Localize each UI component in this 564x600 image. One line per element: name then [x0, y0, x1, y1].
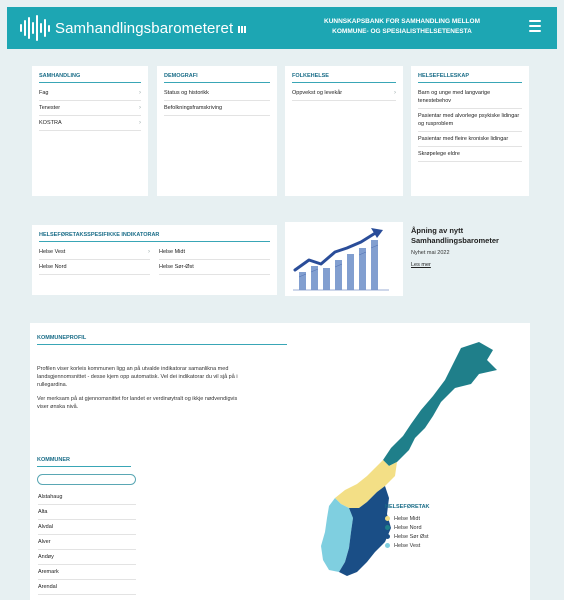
logo-mark-icon: [20, 15, 50, 41]
kommune-list-item[interactable]: Arendal: [38, 580, 136, 595]
item-label: Tenester: [39, 105, 61, 111]
legend-item[interactable]: Helse Midt: [385, 514, 430, 523]
card-title: SAMHANDLING: [39, 73, 141, 83]
item-label: Pasientar med alvorlege psykiske lidinga…: [418, 113, 520, 127]
kommuner-title: KOMMUNER: [37, 457, 131, 467]
kommune-list-item[interactable]: Alta: [38, 505, 136, 520]
kommune-list-item[interactable]: Alver: [38, 535, 136, 550]
legend-item[interactable]: Helse Vest: [385, 541, 430, 550]
list-item-oppvekst-og-levekar[interactable]: Oppvekst og levekår ›: [292, 86, 396, 101]
legend-label: Helse Sør Øst: [394, 533, 429, 540]
tagline-line-2: KOMMUNE- OG SPESIALISTHELSETENESTA: [332, 28, 472, 35]
news-chart-image[interactable]: [285, 222, 403, 296]
profile-paragraph-1: Profilen viser korleis kommunen ligg an …: [37, 366, 238, 388]
card-demografi: DEMOGRAFI Status og historikk Befolkning…: [157, 66, 277, 196]
card-samhandling: SAMHANDLING Fag › Tenester › KOSTRA ›: [32, 66, 148, 196]
legend-label: Helse Nord: [394, 524, 422, 531]
kommune-search-input[interactable]: [37, 474, 136, 485]
legend-dot-helse-midt: [385, 516, 390, 521]
list-item-status-og-historikk[interactable]: Status og historikk: [164, 86, 270, 101]
hamburger-menu-icon[interactable]: [529, 20, 541, 32]
tagline-line-1: KUNNSKAPSBANK FOR SAMHANDLING MELLOM: [324, 18, 480, 25]
news-title[interactable]: Åpning av nytt Samhandlingsbarometer: [411, 226, 521, 246]
chart-sketch-icon: [285, 222, 403, 296]
legend-item[interactable]: Helse Sør Øst: [385, 532, 430, 541]
kommune-list-item[interactable]: Aremark: [38, 565, 136, 580]
top-bar: Samhandlingsbarometeret KUNNSKAPSBANK FO…: [7, 7, 557, 49]
logo-bars-icon: [238, 26, 247, 33]
card-title: HELSEFELLESKAP: [418, 73, 522, 83]
kommune-list-item[interactable]: Andøy: [38, 550, 136, 565]
logo[interactable]: Samhandlingsbarometeret: [20, 15, 247, 41]
logo-text: Samhandlingsbarometeret: [55, 19, 234, 37]
list-item-psykiske-lidingar[interactable]: Pasientar med alvorlege psykiske lidinga…: [418, 109, 522, 132]
chevron-right-icon: ›: [139, 90, 141, 96]
news-date: Nyhet mai 2022: [411, 250, 450, 256]
chevron-right-icon: ›: [139, 120, 141, 126]
kommune-list-item[interactable]: Alvdal: [38, 520, 136, 535]
legend-item[interactable]: Helse Nord: [385, 523, 430, 532]
legend-label: Helse Midt: [394, 515, 420, 522]
card-folkehelse: FOLKEHELSE Oppvekst og levekår ›: [285, 66, 403, 196]
chevron-right-icon: ›: [139, 105, 141, 111]
legend-title: HELSEFØRETAK: [385, 504, 430, 510]
legend-dot-helse-nord: [385, 525, 390, 530]
item-label: Status og historikk: [164, 90, 209, 96]
chevron-right-icon: ›: [394, 90, 396, 96]
list-item-helse-midt[interactable]: Helse Midt: [159, 245, 270, 260]
norway-map[interactable]: [265, 340, 500, 590]
item-label: Helse Nord: [39, 264, 67, 270]
list-item-skropelege-eldre[interactable]: Skrøpelege eldre: [418, 147, 522, 162]
item-label: Fag: [39, 90, 49, 96]
item-label: Oppvekst og levekår: [292, 90, 343, 96]
list-item-helse-vest[interactable]: Helse Vest ›: [39, 245, 150, 260]
item-label: Helse Vest: [39, 249, 66, 255]
list-item-fag[interactable]: Fag ›: [39, 86, 141, 101]
card-title: DEMOGRAFI: [164, 73, 270, 83]
profile-paragraph-2: Ver merksam på at gjennomsnittet for lan…: [37, 396, 238, 410]
profile-description: Profilen viser korleis kommunen ligg an …: [37, 365, 247, 417]
item-label: Helse Sør-Øst: [159, 264, 194, 270]
list-item-barn-og-unge[interactable]: Barn og unge med langvarige tenestebehov: [418, 86, 522, 109]
card-helseforetak-indikatorar: HELSEFØRETAKSSPESIFIKKE INDIKATORAR Hels…: [32, 225, 277, 295]
item-label: Barn og unge med langvarige tenestebehov: [418, 90, 491, 104]
list-item-tenester[interactable]: Tenester ›: [39, 101, 141, 116]
list-item-kroniske-lidingar[interactable]: Pasientar med fleire kroniske lidingar: [418, 132, 522, 147]
news-item: Åpning av nytt Samhandlingsbarometer Nyh…: [411, 226, 521, 268]
item-label: Befolkningsframskriving: [164, 105, 223, 111]
item-label: Helse Midt: [159, 249, 185, 255]
card-helsefelleskap: HELSEFELLESKAP Barn og unge med langvari…: [411, 66, 529, 196]
kommune-list-item[interactable]: Alstahaug: [38, 490, 136, 505]
card-title: HELSEFØRETAKSSPESIFIKKE INDIKATORAR: [39, 232, 270, 242]
legend-dot-helse-sor-ost: [385, 534, 390, 539]
read-more-link[interactable]: Les mer: [411, 262, 431, 268]
tagline: KUNNSKAPSBANK FOR SAMHANDLING MELLOM KOM…: [302, 17, 502, 37]
item-label: Pasientar med fleire kroniske lidingar: [418, 136, 509, 142]
region-helse-nord[interactable]: [383, 342, 497, 466]
list-item-befolkningsframskriving[interactable]: Befolkningsframskriving: [164, 101, 270, 116]
map-legend: HELSEFØRETAK Helse Midt Helse Nord Helse…: [385, 504, 430, 550]
legend-dot-helse-vest: [385, 543, 390, 548]
legend-label: Helse Vest: [394, 542, 421, 549]
card-title: FOLKEHELSE: [292, 73, 396, 83]
list-item-helse-nord[interactable]: Helse Nord: [39, 260, 150, 275]
section-title: KOMMUNEPROFIL: [37, 335, 287, 345]
item-label: Skrøpelege eldre: [418, 151, 460, 157]
kommune-list: Alstahaug Alta Alvdal Alver Andøy Aremar…: [38, 490, 136, 595]
list-item-helse-sor-ost[interactable]: Helse Sør-Øst: [159, 260, 270, 275]
list-item-kostra[interactable]: KOSTRA ›: [39, 116, 141, 131]
chevron-right-icon: ›: [148, 249, 150, 255]
item-label: KOSTRA: [39, 120, 62, 126]
